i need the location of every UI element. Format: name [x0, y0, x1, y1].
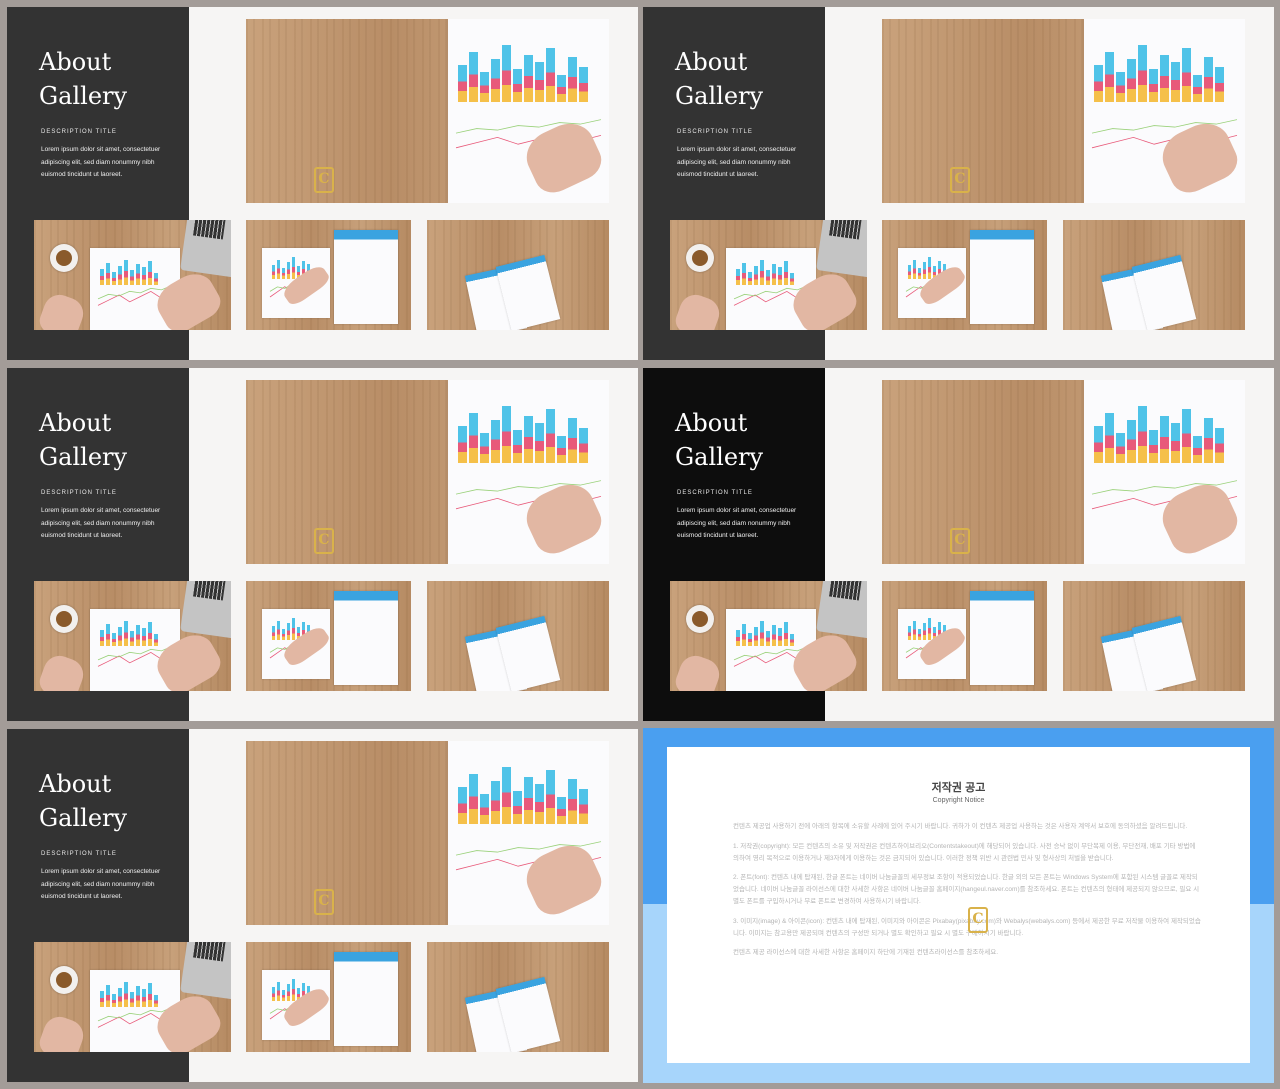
slide-title: About Gallery: [39, 767, 127, 835]
main-photo: C: [246, 741, 609, 925]
notice-subtitle: Copyright Notice: [932, 797, 985, 804]
coffee-cup: [50, 244, 78, 272]
laptop: [180, 942, 231, 1000]
description-text: Lorem ipsum dolor sit amet, consectetuer…: [41, 868, 161, 900]
main-photo: C: [246, 380, 609, 564]
brand-logo-icon: C: [950, 528, 970, 554]
title-line: About: [675, 48, 748, 76]
description-title: DESCRIPTION TITLE: [677, 129, 753, 135]
brand-logo-icon: C: [950, 167, 970, 193]
document-paper: [334, 230, 398, 324]
title-line: About: [39, 48, 112, 76]
thumbnail-photo: [670, 220, 867, 330]
gallery-slide[interactable]: About Gallery DESCRIPTION TITLE Lorem ipsum…: [7, 729, 638, 1082]
hand: [672, 651, 724, 691]
title-line: Gallery: [39, 804, 128, 832]
thumbnail-photo: [246, 581, 411, 691]
laptop: [816, 220, 867, 278]
coffee-cup: [686, 605, 714, 633]
thumbnail-photo: [34, 581, 231, 691]
copyright-notice-slide[interactable]: 저작권 공고 Copyright Notice 컨텐츠 제공업 사용하기 전에 …: [643, 728, 1274, 1083]
description-text: Lorem ipsum dolor sit amet, consectetuer…: [41, 507, 161, 539]
description-text: Lorem ipsum dolor sit amet, consectetuer…: [677, 146, 797, 178]
thumbnail-photo: [34, 220, 231, 330]
brand-logo-icon: C: [314, 528, 334, 554]
description-title: DESCRIPTION TITLE: [41, 490, 117, 496]
title-line: About: [675, 409, 748, 437]
slide-title: About Gallery: [39, 45, 127, 113]
brand-logo-icon: C: [968, 907, 988, 933]
description-text: Lorem ipsum dolor sit amet, consectetuer…: [677, 507, 797, 539]
main-photo: C: [882, 380, 1245, 564]
notice-paragraph: 2. 폰트(font): 컨텐츠 내에 탑재된, 한글 폰트는 네이버 나눔글꼴…: [733, 874, 1200, 905]
hand: [36, 651, 88, 691]
coffee-cup: [50, 966, 78, 994]
title-line: Gallery: [675, 443, 764, 471]
laptop: [816, 581, 867, 639]
gallery-slide[interactable]: About Gallery DESCRIPTION TITLE Lorem ipsum…: [643, 368, 1274, 721]
brand-logo-icon: C: [314, 167, 334, 193]
thumbnail-photo: [882, 220, 1047, 330]
document-paper: [970, 230, 1034, 324]
description-text: Lorem ipsum dolor sit amet, consectetuer…: [41, 146, 161, 178]
thumbnail-photo: [34, 942, 231, 1052]
document-paper: [334, 952, 398, 1046]
notice-paragraph: 컨텐츠 제공 라이선스에 대한 사세한 사항은 홈페이지 하단에 기재된 컨텐츠…: [733, 949, 999, 957]
thumbnail-photo: [246, 220, 411, 330]
main-photo: C: [882, 19, 1245, 203]
thumbnail-photo: [427, 581, 609, 691]
title-line: About: [39, 409, 112, 437]
brand-logo-icon: C: [314, 889, 334, 915]
coffee-cup: [50, 605, 78, 633]
title-line: Gallery: [39, 443, 128, 471]
title-line: Gallery: [39, 82, 128, 110]
thumbnail-photo: [670, 581, 867, 691]
laptop: [180, 581, 231, 639]
document-paper: [334, 591, 398, 685]
hand: [36, 290, 88, 330]
notice-body: 컨텐츠 제공업 사용하기 전에 아래의 항목에 소유할 사례에 있어 주시기 바…: [733, 821, 1203, 967]
gallery-slide[interactable]: About Gallery DESCRIPTION TITLE Lorem ipsum…: [7, 7, 638, 360]
slide-title: About Gallery: [675, 45, 763, 113]
description-title: DESCRIPTION TITLE: [41, 851, 117, 857]
thumbnail-photo: [1063, 581, 1245, 691]
notice-card: 저작권 공고 Copyright Notice 컨텐츠 제공업 사용하기 전에 …: [667, 747, 1250, 1063]
hand: [36, 1012, 88, 1052]
slide-title: About Gallery: [39, 406, 127, 474]
notice-title: 저작권 공고: [931, 782, 986, 794]
title-line: Gallery: [675, 82, 764, 110]
thumbnail-photo: [427, 220, 609, 330]
description-title: DESCRIPTION TITLE: [41, 129, 117, 135]
thumbnail-photo: [882, 581, 1047, 691]
notice-paragraph: 컨텐츠 제공업 사용하기 전에 아래의 항목에 소유할 사례에 있어 주시기 바…: [733, 823, 1188, 830]
slide-title: About Gallery: [675, 406, 763, 474]
coffee-cup: [686, 244, 714, 272]
title-line: About: [39, 770, 112, 798]
document-paper: [970, 591, 1034, 685]
main-photo: C: [246, 19, 609, 203]
hand: [672, 290, 724, 330]
gallery-slide[interactable]: About Gallery DESCRIPTION TITLE Lorem ipsum…: [643, 7, 1274, 360]
gallery-slide[interactable]: About Gallery DESCRIPTION TITLE Lorem ipsum…: [7, 368, 638, 721]
description-title: DESCRIPTION TITLE: [677, 490, 753, 496]
thumbnail-photo: [1063, 220, 1245, 330]
notice-paragraph: 1. 저작권(copyright): 모든 컨텐츠의 소유 및 저작권은 컨텐츠…: [733, 842, 1196, 862]
laptop: [180, 220, 231, 278]
thumbnail-photo: [246, 942, 411, 1052]
thumbnail-photo: [427, 942, 609, 1052]
